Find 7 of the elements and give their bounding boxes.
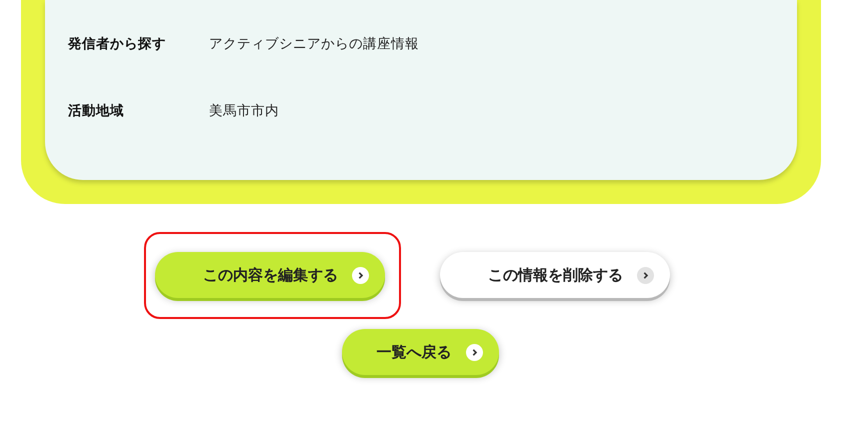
- detail-label: 活動地域: [68, 102, 125, 120]
- back-button[interactable]: 一覧へ戻る: [342, 329, 498, 375]
- action-button[interactable]: この内容を編集する: [155, 252, 385, 298]
- detail-label: 発信者から探す: [68, 34, 167, 52]
- detail-value: アクティブシニアからの講座情報: [209, 34, 419, 52]
- action-button[interactable]: この情報を削除する: [440, 252, 670, 298]
- detail-value: 美馬市市内: [209, 102, 279, 120]
